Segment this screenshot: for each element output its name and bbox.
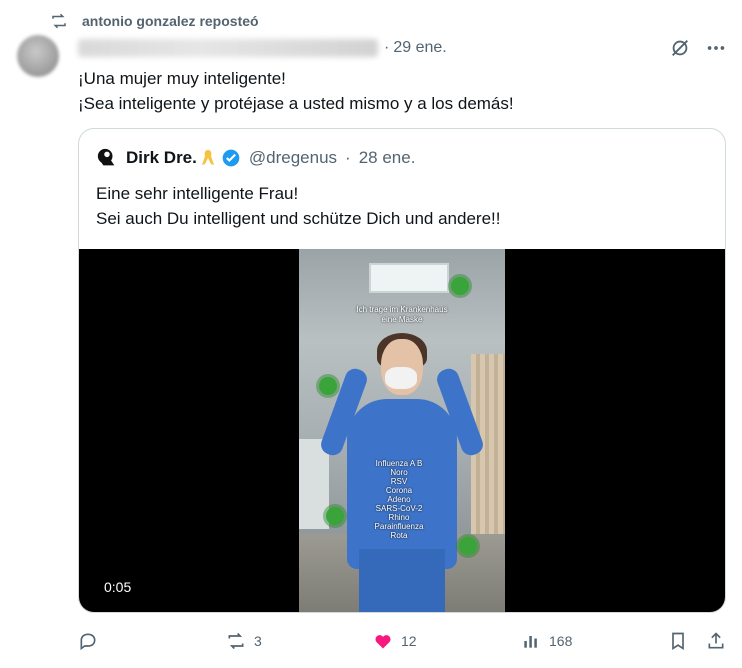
virus-icon [326,507,344,525]
action-bar: 3 12 168 [78,628,726,654]
quote-author-name[interactable]: Dirk Dre. [126,148,197,168]
ribbon-icon [201,150,214,165]
bookmark-icon [672,632,684,651]
repost-icon [52,13,66,29]
virus-icon [459,537,477,555]
quote-time[interactable]: 28 ene. [359,148,416,168]
quoted-tweet[interactable]: Dirk Dre. @dregenus · 28 ene. Eine sehr … [78,128,726,613]
like-icon [375,635,391,649]
verified-icon [222,149,240,167]
views-icon [524,636,537,648]
virus-icon [319,377,337,395]
virus-icon [451,277,469,295]
repost-label: antonio gonzalez reposteó [82,13,259,29]
repost-indicator[interactable]: antonio gonzalez reposteó [50,10,259,32]
face-mask [385,367,417,389]
reply-button[interactable] [78,628,106,654]
like-button[interactable]: 12 [373,628,417,654]
views-button[interactable]: 168 [521,628,572,654]
author-name-blurred[interactable] [78,39,378,57]
video-frame: Ich trage im Krankenhaus eine Maske Infl… [299,249,505,612]
video-player[interactable]: Ich trage im Krankenhaus eine Maske Infl… [79,249,725,612]
video-caption: Ich trage im Krankenhaus eine Maske [356,305,448,324]
quote-handle[interactable]: @dregenus [249,148,337,168]
grok-slash-icon[interactable] [669,37,691,59]
video-duration: 0:05 [104,579,132,595]
reply-icon [80,633,96,651]
tweet-time[interactable]: 29 ene. [393,39,446,57]
more-icon[interactable] [705,37,727,59]
virus-list-overlay: Influenza A B Noro RSV Corona Adeno SARS… [374,459,424,540]
tweet-text: ¡Una mujer muy inteligente! ¡Sea intelig… [78,69,514,113]
bookmark-button[interactable] [668,628,696,654]
repost-icon [228,632,244,650]
tweet-header: · 29 ene. [78,36,727,60]
share-button[interactable] [706,628,734,654]
share-icon [708,632,724,649]
quote-header: Dirk Dre. @dregenus · 28 ene. [96,147,415,169]
quote-text: Eine sehr intelligente Frau! Sei auch Du… [96,184,501,228]
avatar[interactable] [17,35,59,77]
ceiling-light [369,263,449,293]
profile-logo-icon [97,148,115,166]
repost-button[interactable]: 3 [226,628,262,654]
